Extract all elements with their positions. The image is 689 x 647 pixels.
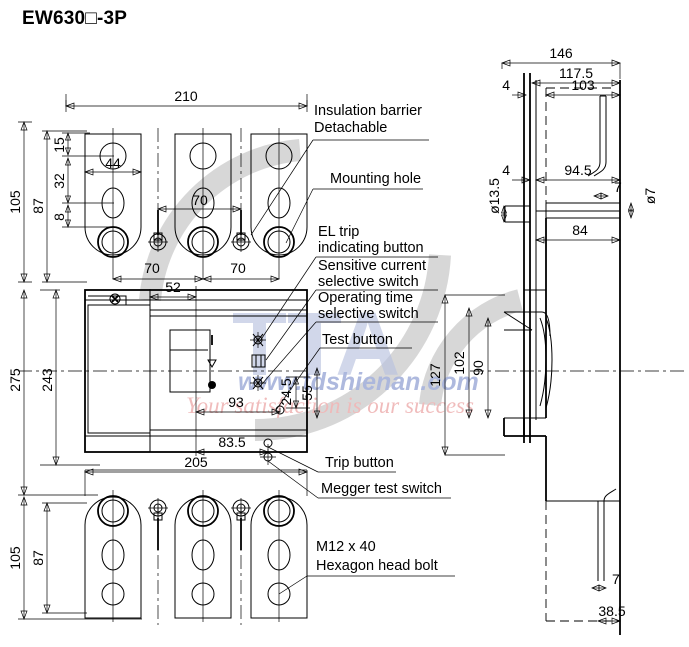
bottom-terminals [84, 490, 308, 625]
dim-93: 93 [228, 394, 244, 410]
callout-label-bolt-line2: Hexagon head bolt [316, 558, 438, 574]
callout-label-insulation-barrier-line2: Detachable [314, 120, 387, 136]
callout-label-operating-line1: Operating time [318, 290, 413, 306]
dim-38-5: 38.5 [598, 603, 625, 619]
dim-127: 127 [427, 363, 443, 387]
dim-90: 90 [470, 360, 486, 376]
dim-210: 210 [174, 88, 198, 104]
dim-55: 55 [299, 385, 315, 401]
dim-32: 32 [51, 173, 67, 189]
callout-label-bolt-line1: M12 x 40 [316, 539, 376, 555]
callout-label-test-button: Test button [322, 332, 393, 348]
callout-label-sensitive-line1: Sensitive current [318, 258, 426, 274]
dim-70-left: 70 [144, 260, 160, 276]
callout-label-sensitive-line2: selective switch [318, 274, 419, 290]
dim-105-top: 105 [7, 190, 23, 214]
dim-8: 8 [51, 213, 67, 221]
dim-44: 44 [105, 155, 121, 171]
dim-dia-7: ø7 [642, 188, 658, 205]
dim-4-bottom: 4 [502, 162, 510, 178]
callout-label-mounting-hole: Mounting hole [330, 171, 421, 187]
callout-trip-button: Trip button [267, 446, 396, 473]
dim-83-5: 83.5 [218, 434, 245, 450]
callout-label-el-trip-line2: indicating button [318, 240, 424, 256]
dim-146: 146 [549, 45, 573, 61]
callout-label-el-trip-line1: EL trip [318, 224, 359, 240]
dim-70-right: 70 [230, 260, 246, 276]
dim-52: 52 [165, 279, 181, 295]
dim-87-bottom: 87 [30, 550, 46, 566]
dim-24-5: 24.5 [278, 378, 294, 405]
dim-275: 275 [7, 368, 23, 392]
dim-15: 15 [51, 137, 67, 153]
callout-label-insulation-barrier-line1: Insulation barrier [314, 103, 422, 119]
dim-7-top: 7 [614, 179, 622, 195]
dim-103: 103 [571, 77, 595, 93]
callout-label-megger-test-switch: Megger test switch [321, 481, 442, 497]
callout-label-trip-button: Trip button [325, 455, 394, 471]
dim-84: 84 [572, 222, 588, 238]
dim-105-bottom: 105 [7, 546, 23, 570]
dim-94-5: 94.5 [564, 162, 591, 178]
dim-102: 102 [451, 351, 467, 375]
drawing-page: EW630□-3P TTA www.tdshienan.com Your sat… [0, 0, 689, 647]
dim-dia-13-5: ø13.5 [486, 178, 502, 214]
drawing-canvas: TTA www.tdshienan.com Your satisfaction … [0, 0, 689, 647]
callout-hexagon-head-bolt: M12 x 40 Hexagon head bolt [278, 539, 455, 595]
dim-205-mid: 205 [184, 454, 208, 470]
dim-70-mid: 70 [192, 192, 208, 208]
dim-243: 243 [39, 368, 55, 392]
callout-label-operating-line2: selective switch [318, 306, 419, 322]
dim-4-top: 4 [502, 77, 510, 93]
dim-7-bottom: 7 [612, 571, 620, 587]
dim-87-top: 87 [30, 198, 46, 214]
